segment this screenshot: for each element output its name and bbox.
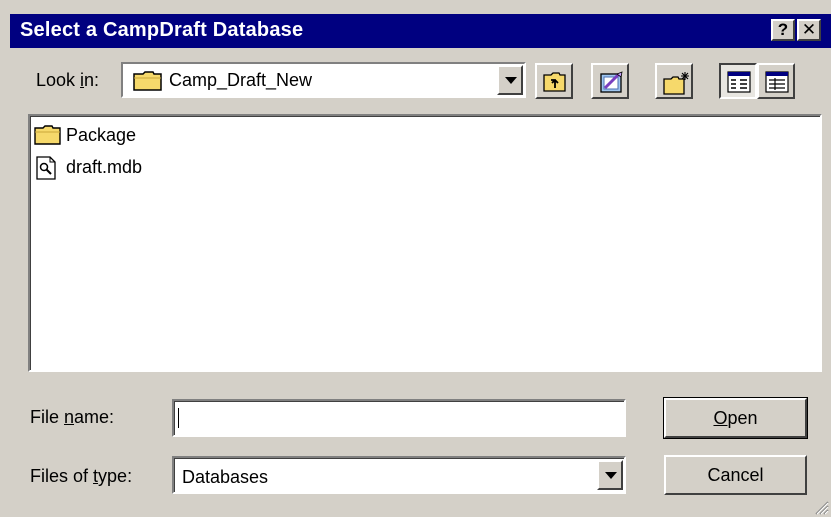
file-name-label: File name:: [30, 407, 115, 427]
title-bar[interactable]: Select a CampDraft Database ? ✕: [10, 14, 831, 48]
file-type-dropdown-button[interactable]: [597, 460, 623, 490]
favorites-button[interactable]: [591, 63, 629, 99]
folder-icon: [34, 125, 61, 145]
text-cursor: [178, 408, 179, 428]
resize-grip-icon[interactable]: [813, 499, 829, 515]
file-type-value: Databases: [182, 467, 269, 487]
help-icon: ?: [777, 20, 789, 39]
dialog-title: Select a CampDraft Database: [20, 19, 304, 41]
file-type-dropdown[interactable]: Databases: [172, 456, 626, 494]
cancel-button[interactable]: Cancel: [664, 455, 807, 495]
list-item-label: Package: [66, 125, 137, 145]
open-file-dialog: Select a CampDraft Database ? ✕ Look in:…: [0, 0, 831, 517]
list-item-label: draft.mdb: [66, 157, 143, 177]
chevron-down-icon: [505, 77, 517, 84]
chevron-down-icon: [605, 472, 617, 479]
look-in-dropdown[interactable]: Camp_Draft_New: [121, 62, 526, 98]
file-list[interactable]: Package draft.mdb: [28, 114, 822, 372]
file-name-input[interactable]: [172, 399, 626, 437]
list-view-button[interactable]: [719, 63, 757, 99]
close-icon: ✕: [801, 20, 817, 39]
new-folder-button[interactable]: [655, 63, 693, 99]
folder-icon: [133, 70, 163, 97]
look-in-dropdown-button[interactable]: [497, 65, 523, 95]
details-view-button[interactable]: [757, 63, 795, 99]
help-button[interactable]: ?: [771, 19, 795, 41]
look-in-value: Camp_Draft_New: [169, 70, 313, 90]
database-file-icon: [36, 156, 56, 180]
open-button[interactable]: Open: [663, 397, 808, 439]
file-type-label: Files of type:: [30, 466, 133, 486]
look-in-label: Look in:: [36, 70, 100, 90]
close-button[interactable]: ✕: [797, 19, 821, 41]
up-one-level-button[interactable]: [535, 63, 573, 99]
